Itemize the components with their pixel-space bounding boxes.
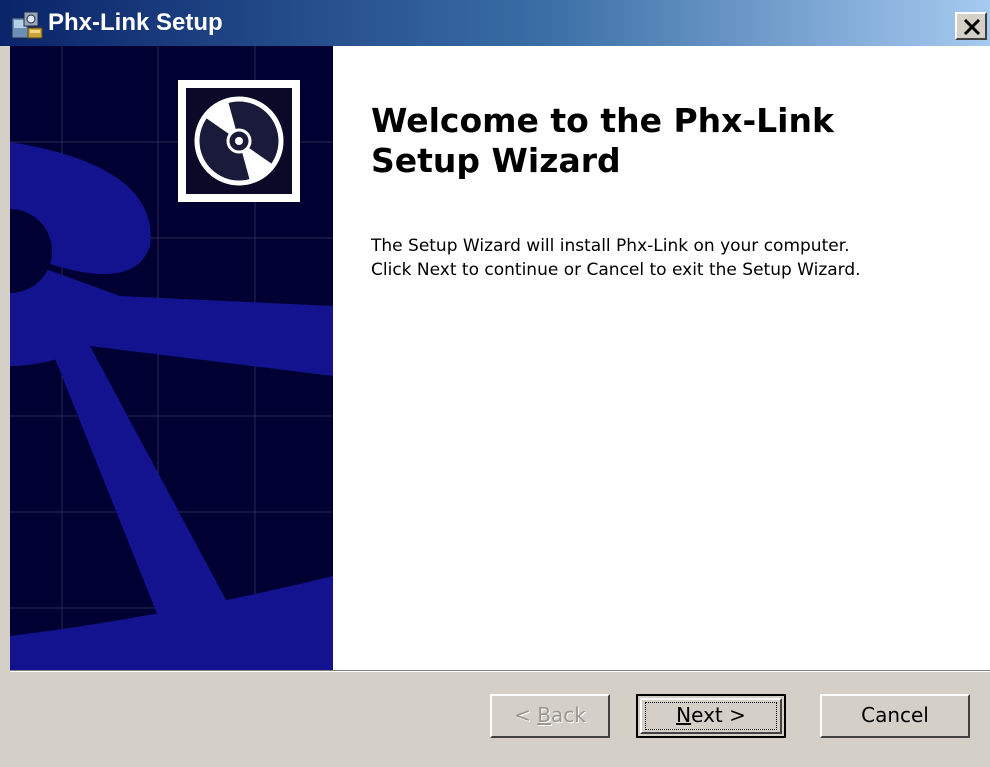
setup-wizard-window: Phx-Link Setup Welcome to the Phx-Link S… xyxy=(0,0,990,767)
title-bar[interactable]: Phx-Link Setup xyxy=(0,0,990,46)
cancel-label: Cancel xyxy=(861,703,929,727)
next-mnemonic: N xyxy=(676,703,692,727)
back-button[interactable]: < Back xyxy=(490,694,610,738)
cancel-button[interactable]: Cancel xyxy=(820,694,970,738)
back-label-rest: ack xyxy=(551,703,586,727)
setup-installer-icon xyxy=(10,8,46,40)
next-label-rest: ext > xyxy=(691,703,746,727)
back-mnemonic: B xyxy=(537,703,551,727)
window-title: Phx-Link Setup xyxy=(48,9,223,36)
description-line-2: Click Next to continue or Cancel to exit… xyxy=(371,260,861,280)
close-button[interactable] xyxy=(955,12,987,40)
welcome-description: The Setup Wizard will install Phx-Link o… xyxy=(371,234,971,282)
description-line-1: The Setup Wizard will install Phx-Link o… xyxy=(371,236,850,256)
wizard-content: Welcome to the Phx-Link Setup Wizard The… xyxy=(10,46,990,670)
footer-divider-highlight xyxy=(10,671,990,672)
back-prefix: < xyxy=(514,703,538,727)
cd-disc-icon xyxy=(178,80,300,202)
next-button[interactable]: Next > xyxy=(636,694,786,738)
welcome-heading: Welcome to the Phx-Link Setup Wizard xyxy=(371,101,834,180)
